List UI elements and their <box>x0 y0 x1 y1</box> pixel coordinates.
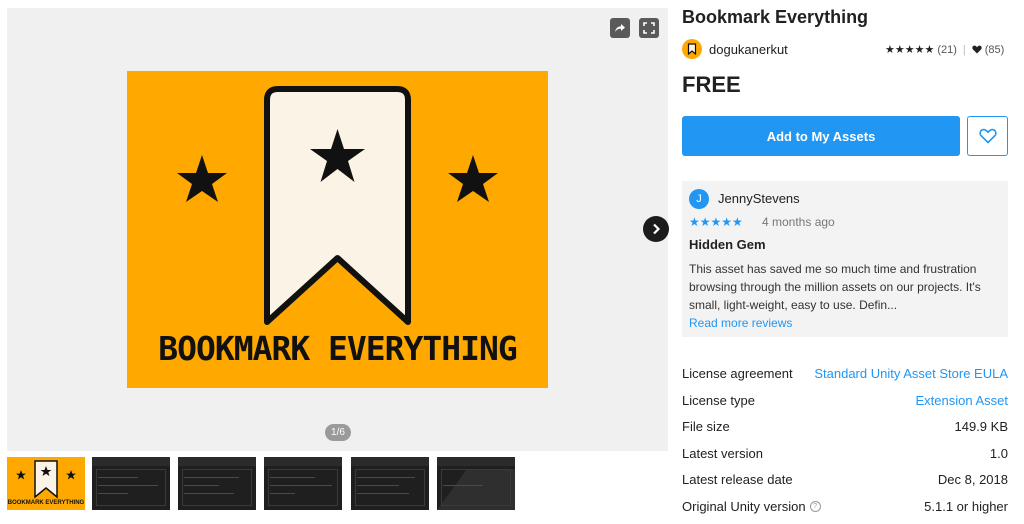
add-to-my-assets-button[interactable]: Add to My Assets <box>682 116 960 156</box>
thumbnail-caption: BOOKMARK EVERYTHING <box>7 500 85 506</box>
detail-row: Latest release date Dec 8, 2018 <box>682 470 1008 497</box>
share-icon <box>615 24 625 32</box>
heart-icon <box>978 128 997 144</box>
hero-caption: BOOKMARK EVERYTHING <box>158 329 518 368</box>
thumbnail[interactable] <box>92 457 170 510</box>
help-icon[interactable]: ? <box>809 500 821 512</box>
rating-stars: ★★★★★ <box>885 44 935 56</box>
thumbnail[interactable]: BOOKMARK EVERYTHING <box>7 457 85 510</box>
license-type-link[interactable]: Extension Asset <box>916 393 1009 408</box>
license-agreement-link[interactable]: Standard Unity Asset Store EULA <box>814 366 1008 381</box>
hero-image[interactable]: BOOKMARK EVERYTHING <box>127 71 548 388</box>
detail-value: 149.9 KB <box>954 419 1009 435</box>
detail-value: 1.0 <box>989 445 1008 461</box>
favorites-count: (85) <box>984 43 1005 56</box>
publisher-link[interactable]: dogukanerkut <box>709 42 788 57</box>
chevron-right-icon <box>653 223 661 235</box>
detail-value: Dec 8, 2018 <box>937 472 1008 488</box>
fullscreen-button[interactable] <box>639 18 659 38</box>
star-icon <box>448 155 498 202</box>
detail-label: Latest release date <box>682 472 793 488</box>
thumbnail[interactable] <box>264 457 342 510</box>
asset-details: License agreement Standard Unity Asset S… <box>682 364 1008 524</box>
thumbnail[interactable] <box>437 457 515 510</box>
review-stars: ★★★★★ <box>689 215 743 229</box>
rating-count: (21) <box>937 43 957 56</box>
media-gallery: BOOKMARK EVERYTHING 1/6 <box>7 8 669 451</box>
detail-row: License type Extension Asset <box>682 391 1008 418</box>
detail-label: License agreement <box>682 366 793 381</box>
detail-row: File size 149.9 KB <box>682 417 1008 444</box>
review-time: 4 months ago <box>762 215 835 229</box>
price: FREE <box>682 72 741 97</box>
detail-row: Latest version 1.0 <box>682 444 1008 471</box>
detail-label: Latest version <box>682 445 763 461</box>
review-title: Hidden Gem <box>689 237 766 252</box>
detail-label: License type <box>682 392 755 408</box>
share-button[interactable] <box>610 18 630 38</box>
heart-icon <box>972 45 982 54</box>
publisher-avatar[interactable] <box>682 39 702 59</box>
reviewer-name[interactable]: JennyStevens <box>718 191 800 206</box>
star-icon <box>177 155 227 202</box>
bookmark-icon <box>687 43 697 55</box>
detail-row: Original Unity version ? 5.1.1 or higher <box>682 497 1008 524</box>
thumbnail[interactable] <box>178 457 256 510</box>
favorite-button[interactable] <box>967 116 1008 156</box>
product-title: Bookmark Everything <box>682 7 869 27</box>
fullscreen-icon <box>643 22 655 34</box>
review-card: J JennyStevens ★★★★★ 4 months ago Hidden… <box>682 181 1008 337</box>
next-image-button[interactable] <box>643 216 669 242</box>
detail-value: 5.1.1 or higher <box>924 498 1008 514</box>
reviewer-avatar: J <box>689 189 709 209</box>
rating-summary[interactable]: ★★★★★ (21) | (85) <box>885 43 1005 57</box>
read-more-reviews-link[interactable]: Read more reviews <box>689 316 792 330</box>
review-body: This asset has saved me so much time and… <box>689 262 981 312</box>
rating-divider: | <box>962 43 966 56</box>
image-counter: 1/6 <box>325 424 351 441</box>
detail-label: Original Unity version <box>682 498 806 514</box>
detail-label-with-help: Original Unity version ? <box>682 499 821 514</box>
detail-row: License agreement Standard Unity Asset S… <box>682 364 1008 391</box>
detail-label: File size <box>682 419 730 435</box>
thumbnail[interactable] <box>351 457 429 510</box>
